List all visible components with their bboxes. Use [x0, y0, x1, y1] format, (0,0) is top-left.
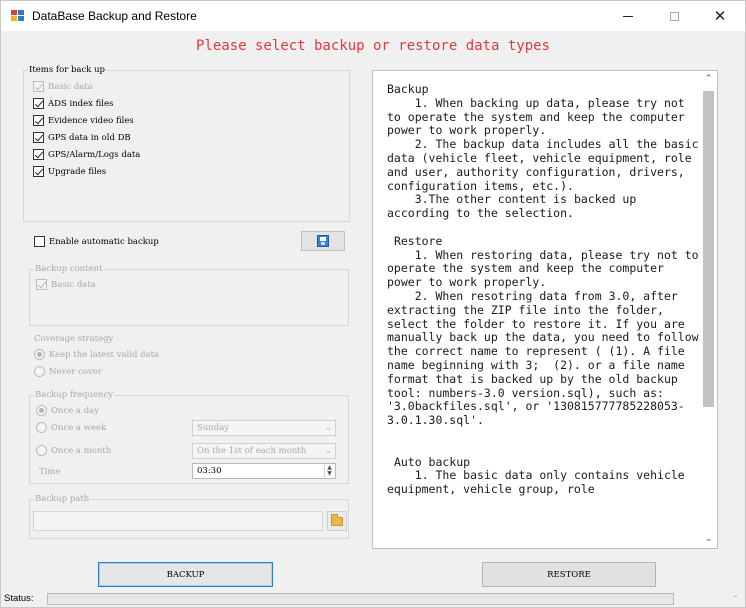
- page-headline: Please select backup or restore data typ…: [195, 38, 550, 54]
- radio-once-a-week: Once a week: [36, 422, 106, 433]
- chevron-down-icon: ⌄: [324, 446, 332, 456]
- browse-folder-button: [327, 511, 347, 531]
- backup-content-legend: Backup content: [35, 264, 103, 274]
- checkbox-label: GPS/Alarm/Logs data: [48, 149, 141, 160]
- time-label: Time: [39, 467, 61, 477]
- floppy-disk-icon: [317, 235, 329, 247]
- vertical-scrollbar[interactable]: ⌃ ⌄: [700, 71, 717, 548]
- status-progress-bar: [47, 593, 674, 605]
- backup-path-legend: Backup path: [35, 494, 90, 504]
- checkbox-gps-data-old-db[interactable]: GPS data in old DB: [33, 132, 131, 143]
- month-day-select: On the 1st of each month ⌄: [192, 443, 336, 459]
- backup-content-group: Backup content: [29, 264, 349, 326]
- radio-button: [34, 366, 45, 377]
- checkbox-label: GPS data in old DB: [48, 132, 131, 143]
- title-bar[interactable]: DataBase Backup and Restore ✕: [1, 1, 745, 31]
- scrollbar-thumb[interactable]: [703, 91, 714, 407]
- radio-once-a-month: Once a month: [36, 445, 111, 456]
- radio-keep-latest: Keep the latest valid data: [34, 349, 159, 360]
- radio-label: Once a day: [51, 405, 100, 416]
- checkbox-basic-data: Basic data: [33, 81, 93, 92]
- instructions-text: Backup 1. When backing up data, please t…: [387, 82, 699, 497]
- checkbox-label: ADS index files: [48, 98, 114, 109]
- chevron-down-icon: ⌄: [324, 423, 332, 433]
- close-button[interactable]: ✕: [697, 1, 743, 31]
- status-bar: Status: ⋅⋅⋅: [1, 590, 745, 607]
- scroll-up-icon[interactable]: ⌃: [700, 71, 717, 88]
- radio-button: [34, 349, 45, 360]
- close-icon: ✕: [713, 6, 727, 25]
- radio-once-a-day: Once a day: [36, 405, 99, 416]
- time-value: 03:30: [197, 466, 222, 476]
- checkbox-box[interactable]: [33, 115, 44, 126]
- checkbox-ads-index-files[interactable]: ADS index files: [33, 98, 113, 109]
- items-for-backup-legend: Items for back up: [29, 65, 105, 75]
- minimize-icon: [623, 15, 633, 17]
- checkbox-upgrade-files[interactable]: Upgrade files: [33, 166, 106, 177]
- radio-never-cover: Never cover: [34, 366, 102, 377]
- month-day-value: On the 1st of each month: [197, 446, 307, 456]
- checkbox-label: Evidence video files: [48, 115, 134, 126]
- radio-button: [36, 405, 47, 416]
- checkbox-box[interactable]: [34, 236, 45, 247]
- checkbox-box: [33, 81, 44, 92]
- week-day-select: Sunday ⌄: [192, 420, 336, 436]
- database-app-icon: [11, 10, 24, 22]
- checkbox-enable-auto-backup[interactable]: Enable automatic backup: [34, 236, 159, 247]
- backup-restore-window: DataBase Backup and Restore ✕ Please sel…: [0, 0, 746, 608]
- restore-button[interactable]: RESTORE: [482, 562, 656, 587]
- backup-button[interactable]: BACKUP: [98, 562, 273, 587]
- backup-path-input: [33, 511, 323, 531]
- scroll-down-icon[interactable]: ⌄: [700, 531, 717, 548]
- checkbox-label: Basic data: [51, 279, 96, 290]
- checkbox-box[interactable]: [33, 166, 44, 177]
- checkbox-gps-alarm-logs[interactable]: GPS/Alarm/Logs data: [33, 149, 140, 160]
- coverage-strategy-legend: Coverage strategy: [34, 334, 114, 344]
- checkbox-box[interactable]: [33, 149, 44, 160]
- folder-icon: [331, 513, 343, 526]
- status-label: Status:: [4, 593, 34, 604]
- checkbox-evidence-video-files[interactable]: Evidence video files: [33, 115, 134, 126]
- time-picker[interactable]: 03:30 ▲ ▼: [192, 463, 336, 479]
- checkbox-box: [36, 279, 47, 290]
- window-title: DataBase Backup and Restore: [32, 9, 197, 23]
- instructions-textbox[interactable]: Backup 1. When backing up data, please t…: [372, 70, 718, 549]
- resize-grip-icon[interactable]: ⋅⋅⋅: [733, 594, 742, 605]
- maximize-button: [651, 1, 697, 31]
- checkbox-content-basic-data: Basic data: [36, 279, 96, 290]
- radio-button: [36, 422, 47, 433]
- radio-button: [36, 445, 47, 456]
- radio-label: Once a month: [51, 445, 112, 456]
- radio-label: Once a week: [51, 422, 107, 433]
- checkbox-label: Enable automatic backup: [49, 236, 159, 247]
- checkbox-box[interactable]: [33, 98, 44, 109]
- maximize-icon: [669, 11, 679, 21]
- minimize-button[interactable]: [605, 1, 651, 31]
- radio-label: Keep the latest valid data: [49, 349, 160, 360]
- week-day-value: Sunday: [197, 423, 230, 433]
- radio-label: Never cover: [49, 366, 102, 377]
- save-settings-button[interactable]: [301, 231, 345, 251]
- time-spinner[interactable]: ▲ ▼: [324, 465, 334, 477]
- backup-frequency-legend: Backup frequency: [35, 390, 114, 400]
- checkbox-label: Basic data: [48, 81, 93, 92]
- checkbox-box[interactable]: [33, 132, 44, 143]
- checkbox-label: Upgrade files: [48, 166, 107, 177]
